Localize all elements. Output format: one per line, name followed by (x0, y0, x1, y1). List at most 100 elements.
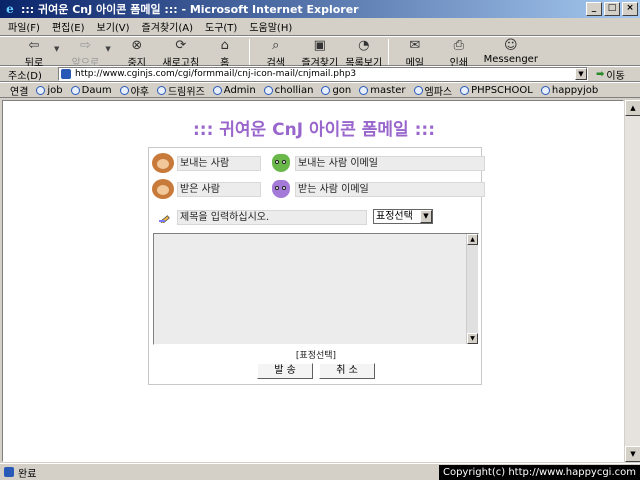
link-icon (460, 85, 470, 95)
link-empas[interactable]: 엠파스 (413, 83, 452, 98)
link-icon (413, 85, 423, 95)
link-job[interactable]: job (36, 85, 63, 96)
print-icon: ⎙ (453, 38, 464, 53)
menu-favorites[interactable]: 즐겨찾기(A) (142, 19, 193, 34)
window-scrollbar[interactable]: ▲ ▼ (624, 100, 640, 462)
cancel-button[interactable]: 취 소 (319, 363, 375, 379)
address-bar: 주소(D) http://www.cginjs.com/cgi/formmail… (0, 66, 640, 82)
window-titlebar: e ::: 귀여운 CnJ 아이콘 폼메일 ::: - Microsoft In… (0, 0, 640, 18)
refresh-icon: ⟳ (175, 38, 187, 53)
link-master[interactable]: master (359, 85, 406, 96)
history-button[interactable]: ◔ 목록보기 (344, 37, 384, 69)
monkey-icon (151, 178, 175, 200)
recipient-row: 받은 사람 받는 사람 이메일 (151, 178, 485, 200)
go-arrow-icon: ➡ (596, 68, 605, 80)
close-button[interactable]: × (622, 2, 638, 16)
refresh-button[interactable]: ⟳ 새로고침 (161, 37, 201, 69)
link-icon (70, 85, 80, 95)
link-admin[interactable]: Admin (212, 85, 256, 96)
sender-email-input[interactable]: 보내는 사람 이메일 (295, 155, 485, 171)
mail-button[interactable]: ✉ 메일 (395, 37, 435, 69)
favorites-button[interactable]: ▣ 즐겨찾기 (300, 37, 340, 69)
menu-bar: 파일(F) 편집(E) 보기(V) 즐겨찾기(A) 도구(T) 도움말(H) (0, 18, 640, 36)
page-content: ::: 귀여운 CnJ 아이콘 폼메일 ::: 보내는 사람 보내는 사람 이메… (2, 100, 624, 462)
link-dreamwiz[interactable]: 드림위즈 (156, 83, 205, 98)
back-button[interactable]: ⇦ 뒤로 (14, 37, 54, 69)
address-input[interactable]: http://www.cginjs.com/cgi/formmail/cnj-i… (58, 67, 588, 81)
print-button[interactable]: ⎙ 인쇄 (439, 37, 479, 69)
emoticon-link[interactable]: [표정선택] (149, 348, 483, 361)
address-url: http://www.cginjs.com/cgi/formmail/cnj-i… (75, 69, 357, 79)
maximize-button[interactable]: □ (604, 2, 620, 16)
link-yahoo[interactable]: 야후 (119, 83, 149, 98)
messenger-icon: ☺ (504, 38, 518, 53)
status-text: 완료 (18, 468, 37, 480)
menu-tools[interactable]: 도구(T) (205, 19, 237, 34)
forward-arrow-icon: ⇨ (79, 38, 91, 53)
subject-input[interactable]: 제목을 입력하십시오. (177, 210, 367, 225)
scroll-down-icon[interactable]: ▼ (467, 333, 478, 344)
menu-edit[interactable]: 편집(E) (52, 19, 85, 34)
window-title: ::: 귀여운 CnJ 아이콘 폼메일 ::: - Microsoft Inte… (21, 3, 359, 16)
message-body-textarea[interactable]: ▲ ▼ (153, 233, 479, 345)
ie-logo-icon: e (6, 2, 14, 16)
stop-button[interactable]: ⊗ 중지 (117, 37, 157, 69)
link-icon (359, 85, 369, 95)
link-gon[interactable]: gon (321, 85, 351, 96)
green-alien-icon (269, 152, 293, 174)
back-arrow-icon: ⇦ (28, 38, 40, 53)
search-button[interactable]: ⌕ 검색 (256, 37, 296, 69)
forward-button[interactable]: ⇨ 앞으로 (65, 37, 105, 69)
home-icon: ⌂ (220, 38, 229, 53)
menu-help[interactable]: 도움말(H) (249, 19, 292, 34)
purple-alien-icon (269, 178, 293, 200)
links-label: 연결 (10, 86, 29, 98)
link-phpschool[interactable]: PHPSCHOOL (460, 85, 533, 96)
monkey-icon (151, 152, 175, 174)
address-label: 주소(D) (8, 70, 42, 82)
search-icon: ⌕ (272, 38, 280, 53)
link-icon (321, 85, 331, 95)
stop-icon: ⊗ (131, 38, 143, 53)
page-done-icon (4, 467, 14, 477)
favorites-icon: ▣ (313, 38, 326, 53)
recipient-name-input[interactable]: 받은 사람 (177, 181, 261, 197)
sender-name-input[interactable]: 보내는 사람 (177, 155, 261, 171)
send-button[interactable]: 발 송 (257, 363, 313, 379)
recipient-email-input[interactable]: 받는 사람 이메일 (295, 181, 485, 197)
scroll-up-icon[interactable]: ▲ (467, 234, 478, 245)
subject-row: 제목을 입력하십시오. 표정선택 ▼ (151, 206, 481, 228)
page-icon (61, 69, 71, 79)
minimize-button[interactable]: _ (586, 2, 602, 16)
link-chollian[interactable]: chollian (263, 85, 313, 96)
link-icon (212, 85, 222, 95)
copyright-text: Copyright(c) http://www.happycgi.com (438, 465, 640, 480)
mail-form: 보내는 사람 보내는 사람 이메일 받은 사람 받는 사람 이메일 제목을 입력… (148, 147, 485, 385)
back-dropdown-icon[interactable]: ▼ (54, 45, 59, 53)
messenger-button[interactable]: ☺ Messenger (483, 37, 539, 65)
link-icon (540, 85, 550, 95)
sender-row: 보내는 사람 보내는 사람 이메일 (151, 152, 485, 174)
page-title: ::: 귀여운 CnJ 아이콘 폼메일 ::: (192, 120, 436, 140)
select-chevron-down-icon: ▼ (420, 210, 432, 223)
go-button[interactable]: ➡ 이동 (596, 67, 625, 82)
links-bar: 연결 job Daum 야후 드림위즈 Admin chollian gon m… (0, 82, 640, 98)
emoticon-select[interactable]: 표정선택 ▼ (373, 209, 433, 224)
toolbar: ⇦ 뒤로 ▼ ⇨ 앞으로 ▼ ⊗ 중지 ⟳ 새로고침 ⌂ 홈 ⌕ 검색 ▣ 즐겨… (0, 36, 640, 69)
mail-icon: ✉ (409, 38, 421, 53)
menu-file[interactable]: 파일(F) (8, 19, 40, 34)
link-icon (156, 85, 166, 95)
toolbar-separator (387, 39, 389, 65)
home-button[interactable]: ⌂ 홈 (205, 37, 245, 69)
menu-view[interactable]: 보기(V) (97, 19, 130, 34)
textarea-scrollbar[interactable]: ▲ ▼ (466, 234, 478, 344)
scroll-up-icon[interactable]: ▲ (625, 100, 640, 116)
link-happyjob[interactable]: happyjob (540, 85, 598, 96)
link-daum[interactable]: Daum (70, 85, 112, 96)
forward-dropdown-icon[interactable]: ▼ (105, 45, 110, 53)
scroll-down-icon[interactable]: ▼ (625, 446, 640, 462)
address-dropdown-icon[interactable]: ▼ (575, 68, 587, 80)
link-icon (263, 85, 273, 95)
pencil-icon (159, 215, 170, 223)
history-icon: ◔ (358, 38, 370, 53)
